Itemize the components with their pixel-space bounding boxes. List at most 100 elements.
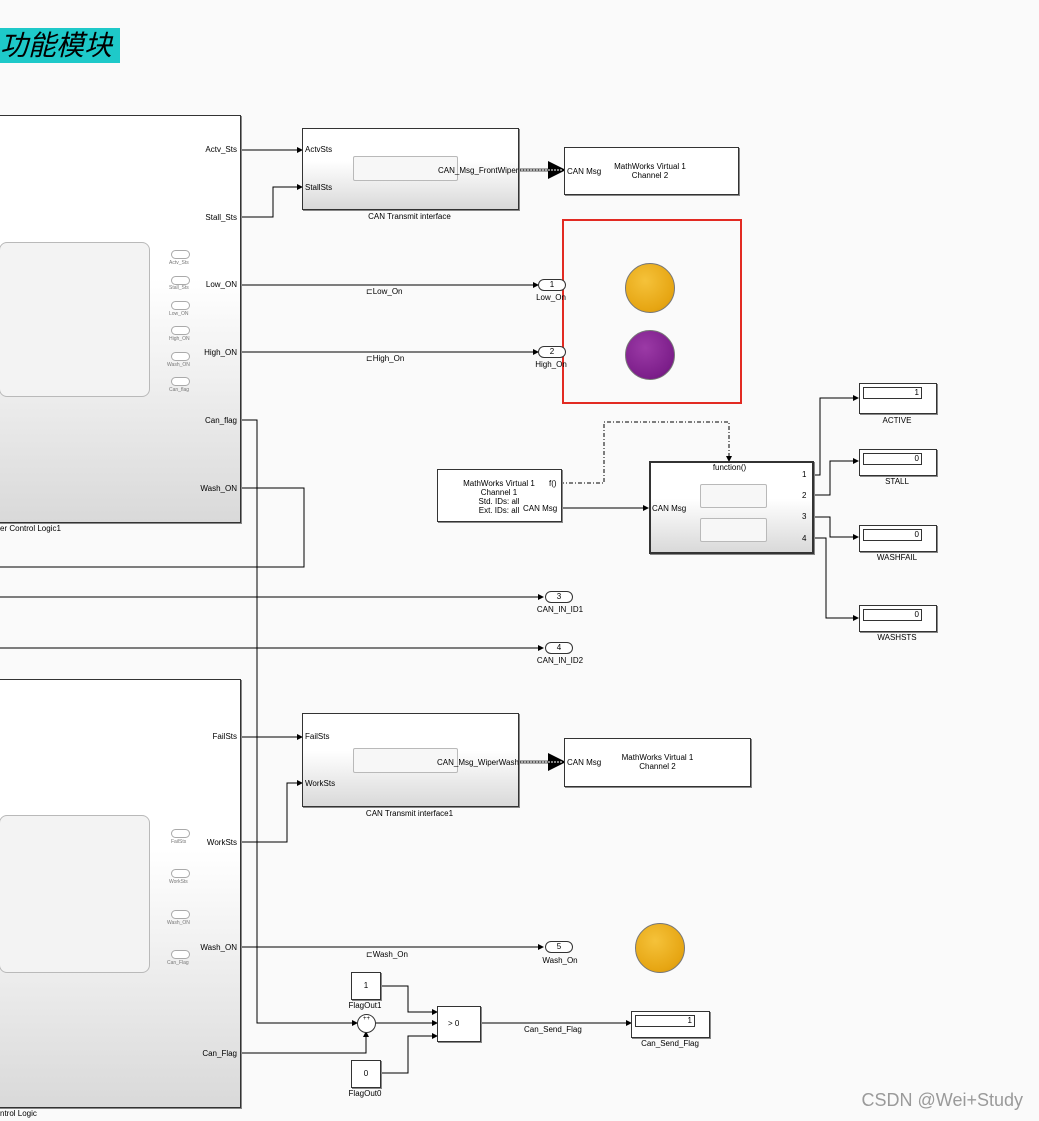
can-virtual-transmit-block-2[interactable]: CAN Msg MathWorks Virtual 1 Channel 2	[564, 738, 751, 787]
can-virtual-receive-block[interactable]: MathWorks Virtual 1 Channel 1 Std. IDs: …	[437, 469, 562, 522]
signal-can-send-flag: Can_Send_Flag	[524, 1025, 582, 1034]
outport-2[interactable]: 2	[538, 346, 566, 358]
can-tx2-caption: CAN Transmit interface1	[365, 809, 454, 818]
virtual-tx2-text: MathWorks Virtual 1 Channel 2	[610, 753, 705, 771]
mini-outport	[171, 869, 190, 878]
can-tx1-in-stallsts: StallSts	[305, 183, 333, 192]
subsystem1-out-wash-on: Wash_ON	[200, 484, 237, 493]
func-preview-2	[700, 518, 767, 542]
display-washfail[interactable]: 0	[859, 525, 937, 552]
func-subsys-out-1: 1	[802, 470, 807, 479]
mini-outport-label: WorkSts	[169, 879, 188, 885]
mini-outport-label: Wash_ON	[167, 920, 190, 926]
display-stall-value: 0	[863, 453, 922, 465]
watermark: CSDN @Wei+Study	[861, 1090, 1024, 1110]
func-subsys-title: function()	[712, 463, 747, 472]
section-title-banner: 功能模块	[0, 28, 120, 63]
mini-outport-label: Low_ON	[169, 311, 189, 317]
can-tx1-caption: CAN Transmit interface	[368, 212, 451, 221]
mini-outport	[171, 352, 190, 361]
subsystem2-caption: ntrol Logic	[0, 1109, 37, 1118]
func-subsys-out-4: 4	[802, 534, 807, 543]
outport-3[interactable]: 3	[545, 591, 573, 603]
subsystem2-preview	[0, 815, 150, 973]
subsystem2-out-worksts: WorkSts	[206, 838, 237, 847]
mini-outport-label: Wash_ON	[167, 362, 190, 368]
mini-outport	[171, 377, 190, 386]
subsystem2-out-can-flag: Can_Flag	[202, 1049, 237, 1058]
sum-block[interactable]: ++	[357, 1014, 376, 1033]
goto-tag-high-text: High_On	[372, 354, 405, 363]
simulink-canvas[interactable]: 功能模块 er Control Logic1 Actv_Sts Stall_St…	[0, 0, 1039, 1121]
display-can-send-flag-value: 1	[635, 1015, 695, 1027]
outport-2-label: High_On	[535, 360, 567, 369]
sum-signs: ++	[362, 1016, 370, 1022]
outport-4-label: CAN_IN_ID2	[536, 656, 584, 665]
subsystem1-out-stall-sts: Stall_Sts	[205, 213, 237, 222]
can-virtual-transmit-block[interactable]: CAN Msg MathWorks Virtual 1 Channel 2	[564, 147, 739, 195]
func-subsys-out-3: 3	[802, 512, 807, 521]
display-active[interactable]: 1	[859, 383, 937, 414]
constant-flagout1-label: FlagOut1	[348, 1001, 382, 1010]
can-tx1-out-msg: CAN_Msg_FrontWiper	[438, 166, 519, 175]
goto-tag-wash-text: Wash_On	[372, 950, 408, 959]
subsystem1-out-can-flag: Can_flag	[204, 416, 237, 425]
subsystem1-preview	[0, 242, 150, 397]
subsystem1-out-actv-sts: Actv_Sts	[205, 145, 237, 154]
virtual-tx1-line2: Channel 2	[631, 171, 669, 180]
mini-outport-label: Actv_Sts	[169, 260, 189, 266]
goto-tag-high-on: ⊏High_On	[366, 354, 405, 363]
mini-outport	[171, 250, 190, 259]
virtual-tx1-line1: MathWorks Virtual 1	[614, 162, 686, 171]
virtual-tx1-text: MathWorks Virtual 1 Channel 2	[605, 162, 695, 180]
can-tx2-out-msg: CAN_Msg_WiperWash	[437, 758, 519, 767]
display-can-send-flag[interactable]: 1	[631, 1011, 710, 1038]
display-stall-label: STALL	[885, 477, 909, 486]
can-tx2-in-worksts: WorkSts	[305, 779, 336, 788]
display-washfail-value: 0	[863, 529, 922, 541]
virtual-rx-port-f: f()	[549, 479, 557, 488]
switch-block[interactable]: > 0	[437, 1006, 481, 1042]
mini-outport	[171, 276, 190, 285]
display-washsts-value: 0	[863, 609, 922, 621]
display-can-send-flag-label: Can_Send_Flag	[641, 1039, 699, 1048]
outport-5[interactable]: 5	[545, 941, 573, 953]
low-on-lamp-icon[interactable]	[625, 263, 675, 313]
can-tx1-in-actvsts: ActvSts	[305, 145, 333, 154]
wash-on-lamp-icon[interactable]	[635, 923, 685, 973]
goto-tag-low-text: Low_On	[372, 287, 403, 296]
outport-5-label: Wash_On	[542, 956, 578, 965]
mini-outport-label: Can_flag	[169, 387, 190, 393]
mini-outport	[171, 829, 190, 838]
goto-tag-wash-on: ⊏Wash_On	[366, 950, 408, 959]
virtual-tx1-port: CAN Msg	[567, 167, 602, 176]
virtual-tx2-line2: Channel 2	[639, 762, 676, 771]
wash-control-logic-subsystem[interactable]	[0, 679, 241, 1108]
mini-outport-label: FailSts	[171, 839, 187, 845]
mini-outport	[171, 910, 190, 919]
constant-flagout1[interactable]: 1	[351, 972, 381, 1000]
mini-outport-label: High_ON	[169, 336, 190, 342]
mini-outport	[171, 950, 190, 959]
virtual-rx-line2: Channel 1	[480, 488, 518, 497]
display-washsts-label: WASHSTS	[877, 633, 917, 642]
outport-1[interactable]: 1	[538, 279, 566, 291]
display-washfail-label: WASHFAIL	[876, 553, 918, 562]
wiper-control-logic1-subsystem[interactable]	[0, 115, 241, 523]
display-washsts[interactable]: 0	[859, 605, 937, 632]
mini-outport	[171, 301, 190, 310]
virtual-rx-port-msg: CAN Msg	[523, 504, 558, 513]
virtual-tx2-line1: MathWorks Virtual 1	[621, 753, 694, 762]
display-stall[interactable]: 0	[859, 449, 937, 476]
virtual-rx-line1: MathWorks Virtual 1	[463, 479, 535, 488]
constant-flagout0[interactable]: 0	[351, 1060, 381, 1088]
can-tx2-in-failsts: FailSts	[305, 732, 330, 741]
subsystem1-caption: er Control Logic1	[0, 524, 61, 533]
func-subsys-out-2: 2	[802, 491, 807, 500]
goto-tag-low-on: ⊏Low_On	[366, 287, 403, 296]
high-on-lamp-icon[interactable]	[625, 330, 675, 380]
func-subsys-in: CAN Msg	[652, 504, 687, 513]
display-active-label: ACTIVE	[882, 416, 912, 425]
outport-4[interactable]: 4	[545, 642, 573, 654]
func-preview-1	[700, 484, 767, 508]
